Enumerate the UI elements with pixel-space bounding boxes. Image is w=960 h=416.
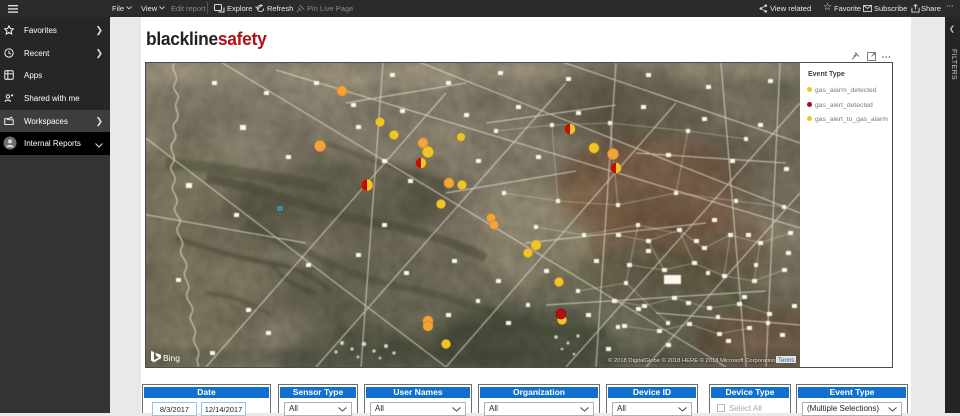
- svg-text:Bing: Bing: [163, 353, 180, 363]
- svg-text:Terms: Terms: [778, 358, 794, 364]
- svg-text:© 2018 DigitalGlobe © 2018 HER: © 2018 DigitalGlobe © 2018 HERE © 2018 M…: [608, 357, 775, 364]
